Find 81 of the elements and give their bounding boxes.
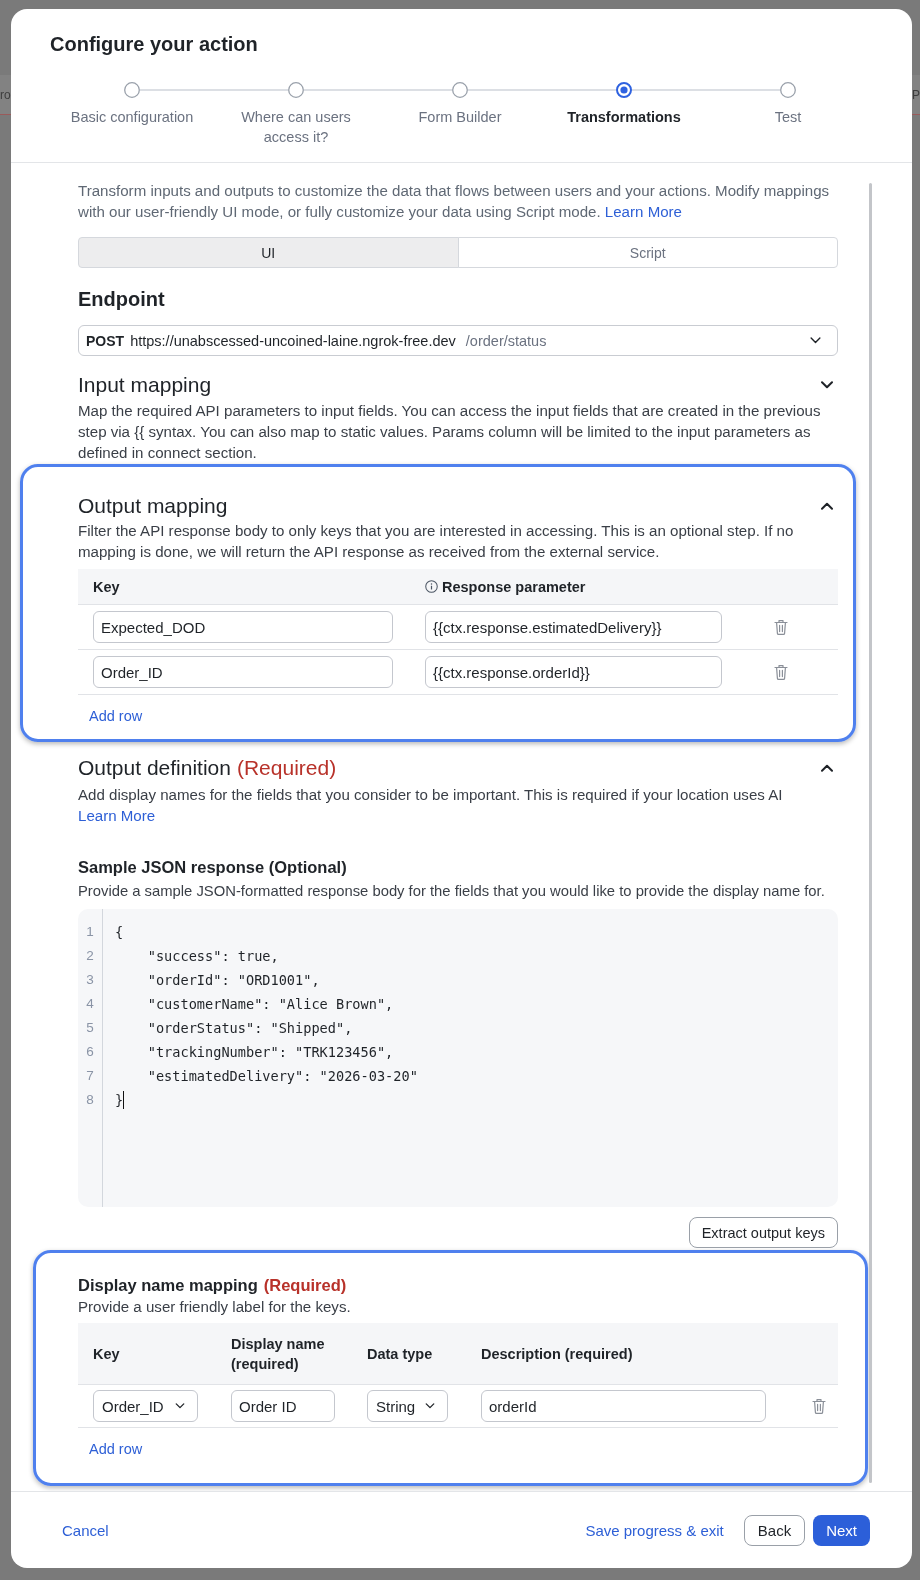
code-line: } bbox=[115, 1091, 124, 1110]
mode-tab[interactable]: Script bbox=[457, 237, 838, 268]
section-description: Add display names for the fields that you consider to be important. This is required if your location uses AI Learn More bbox=[78, 785, 784, 826]
section-description: Provide a sample JSON-formatted response body for the fields that you would like to provide the display name for. bbox=[78, 882, 826, 901]
chevron-down-icon bbox=[175, 1403, 185, 1409]
chevron-down-icon bbox=[810, 337, 821, 344]
display-name-input[interactable]: Order ID bbox=[231, 1390, 335, 1422]
description-input[interactable]: orderId bbox=[481, 1390, 766, 1422]
learn-more-link[interactable]: Learn More bbox=[78, 807, 156, 824]
info-icon[interactable] bbox=[425, 580, 438, 593]
save-exit-link[interactable]: Save progress & exit bbox=[585, 1521, 724, 1539]
section-description: Provide a user friendly label for the keys. bbox=[78, 1297, 352, 1317]
line-number: 4 bbox=[86, 995, 94, 1013]
code-line: "orderStatus": "Shipped", bbox=[146, 1019, 353, 1038]
step-label[interactable]: Where can users access it? bbox=[226, 107, 366, 147]
step-label[interactable]: Basic configuration bbox=[70, 107, 194, 127]
subsection-heading: Display name mapping bbox=[78, 1275, 258, 1295]
chevron-up-icon[interactable] bbox=[821, 502, 833, 510]
code-line: "success": true, bbox=[146, 947, 279, 966]
code-line: "orderId": "ORD1001", bbox=[146, 971, 320, 990]
chevron-down-icon bbox=[425, 1403, 435, 1409]
endpoint-select[interactable]: POST https://unabscessed-uncoined-laine.ngrok-free.dev /order/status bbox=[78, 325, 838, 356]
required-label: (Required) bbox=[263, 1275, 347, 1295]
response-parameter-input[interactable]: {{ctx.response.estimatedDelivery}} bbox=[425, 611, 722, 643]
code-line: "estimatedDelivery": "2026-03-20" bbox=[146, 1067, 418, 1086]
code-editor[interactable]: 1 2 3 4 5 6 7 8 { "success": true, "orderId": "ORD1001", "customerName": "Alice Brown", "orderStatus": "Shipped", "trackingNumber": "TRK123456", "estimatedDelivery": "2026-03-20" } bbox=[78, 909, 838, 1207]
trash-icon[interactable] bbox=[774, 619, 788, 635]
step-marker-icon[interactable] bbox=[452, 82, 468, 98]
key-input[interactable]: Order_ID bbox=[93, 656, 393, 688]
chevron-up-icon[interactable] bbox=[821, 764, 833, 772]
section-description: Map the required API parameters to input fields. You can access the input fields that are created in the previous step via {{ syntax. You can also map to static values. Params column will be limited to the input parameters as defined in connect section. bbox=[78, 401, 822, 463]
column-header: Description (required) bbox=[481, 1345, 633, 1362]
step-marker-icon[interactable] bbox=[124, 82, 140, 98]
intro-text: Transform inputs and outputs to customize the data that flows between users and your actions. Modify mappings with our user-friendly UI mode, or fully customize your data using Script mode. Learn More bbox=[78, 181, 831, 222]
key-input[interactable]: Expected_DOD bbox=[93, 611, 393, 643]
column-header: Key bbox=[93, 1345, 120, 1362]
learn-more-link[interactable]: Learn More bbox=[604, 203, 682, 220]
step-label[interactable]: Transformations bbox=[567, 107, 681, 127]
add-row-link[interactable]: Add row bbox=[89, 1438, 143, 1460]
column-header: Key bbox=[93, 578, 120, 595]
add-row-link[interactable]: Add row bbox=[89, 705, 143, 727]
extract-keys-button[interactable]: Extract output keys bbox=[688, 1217, 838, 1248]
section-heading: Output definition bbox=[78, 755, 231, 781]
column-header: Response parameter bbox=[442, 577, 586, 597]
line-number: 3 bbox=[86, 971, 94, 989]
response-parameter-input[interactable]: {{ctx.response.orderId}} bbox=[425, 656, 722, 688]
line-number: 8 bbox=[86, 1091, 94, 1109]
trash-icon[interactable] bbox=[812, 1398, 826, 1414]
cancel-link[interactable]: Cancel bbox=[62, 1521, 109, 1539]
key-select[interactable]: Order_ID bbox=[93, 1390, 198, 1422]
section-heading: Output mapping bbox=[78, 493, 228, 519]
column-header: Display name (required) bbox=[231, 1335, 325, 1372]
line-number: 6 bbox=[86, 1043, 94, 1061]
code-line: { bbox=[115, 923, 124, 942]
data-type-select[interactable]: String bbox=[367, 1390, 448, 1422]
step-marker-icon[interactable] bbox=[616, 82, 632, 98]
subsection-heading: Sample JSON response (Optional) bbox=[78, 857, 348, 878]
background-text: ro bbox=[0, 87, 11, 102]
line-number: 7 bbox=[86, 1067, 94, 1085]
line-number: 1 bbox=[86, 923, 94, 941]
line-number: 5 bbox=[86, 1019, 94, 1037]
step-label[interactable]: Form Builder bbox=[418, 107, 502, 127]
dialog-title: Configure your action bbox=[50, 32, 259, 57]
code-line: "customerName": "Alice Brown", bbox=[146, 995, 394, 1014]
line-number: 2 bbox=[86, 947, 94, 965]
step-label[interactable]: Test bbox=[774, 107, 802, 127]
column-header: Data type bbox=[367, 1345, 433, 1362]
back-button[interactable]: Back bbox=[743, 1514, 806, 1546]
code-line: "trackingNumber": "TRK123456", bbox=[146, 1043, 394, 1062]
section-heading: Endpoint bbox=[78, 287, 166, 312]
chevron-down-icon[interactable] bbox=[821, 381, 833, 389]
section-heading: Input mapping bbox=[78, 372, 212, 398]
mode-tab[interactable]: UI bbox=[78, 237, 459, 268]
step-marker-icon[interactable] bbox=[780, 82, 796, 98]
background-text: P bbox=[912, 87, 920, 102]
required-label: (Required) bbox=[236, 755, 337, 781]
section-description: Filter the API response body to only keys that you are interested in accessing. This is an optional step. If no mapping is done, we will return the API response as received from the external service. bbox=[78, 521, 795, 562]
scrollbar-thumb[interactable] bbox=[869, 183, 872, 1483]
trash-icon[interactable] bbox=[774, 664, 788, 680]
next-button[interactable]: Next bbox=[813, 1514, 870, 1546]
step-marker-icon[interactable] bbox=[288, 82, 304, 98]
